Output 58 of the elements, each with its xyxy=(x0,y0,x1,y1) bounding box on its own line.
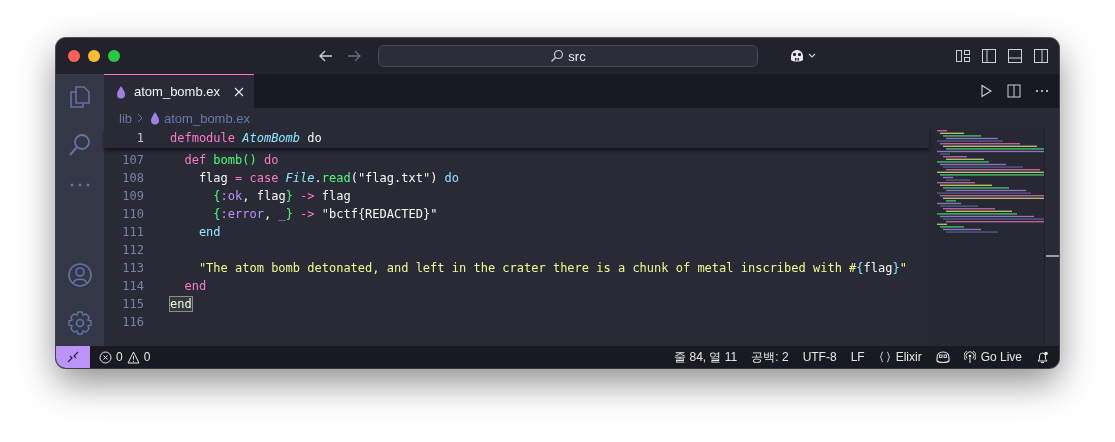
copilot-icon[interactable] xyxy=(935,350,950,364)
braces-icon xyxy=(878,351,891,363)
line-number: 114 xyxy=(121,279,144,293)
line-number: 108 xyxy=(121,171,144,185)
command-center-field[interactable]: src xyxy=(378,45,758,67)
code-line: defmodule AtomBomb do xyxy=(170,131,322,145)
more-icon[interactable] xyxy=(1035,89,1049,93)
language-mode-button[interactable]: Elixir xyxy=(878,350,922,364)
account-icon[interactable] xyxy=(67,262,93,288)
elixir-drop-icon xyxy=(150,111,160,125)
status-item[interactable]: UTF-8 xyxy=(802,350,837,364)
line-number: 1 xyxy=(135,131,144,145)
line-number: 115 xyxy=(121,297,144,311)
close-window-button[interactable] xyxy=(68,50,80,62)
code-line: "The atom bomb detonated, and left in the crater there is a chunk of metal inscribed with #{flag}" xyxy=(197,261,907,275)
close-icon[interactable] xyxy=(234,86,244,97)
status-item[interactable]: LF xyxy=(850,350,865,364)
secondary-sidebar-toggle-icon[interactable] xyxy=(1033,48,1049,64)
back-arrow-icon[interactable] xyxy=(318,48,334,64)
problems-button[interactable]: 0 0 xyxy=(90,350,151,364)
line-number: 109 xyxy=(121,189,144,203)
code-line: end xyxy=(183,279,207,293)
line-number: 112 xyxy=(121,243,144,257)
scrollbar[interactable] xyxy=(1044,128,1059,346)
customize-layout-icon[interactable] xyxy=(955,48,971,64)
line-number: 113 xyxy=(121,261,144,275)
copilot-icon[interactable] xyxy=(788,48,818,64)
error-icon xyxy=(99,350,112,364)
code-line: {:ok, flag} -> flag xyxy=(212,189,351,203)
go-live-button[interactable]: Go Live xyxy=(963,350,1022,364)
forward-arrow-icon[interactable] xyxy=(346,48,362,64)
code-line: flag = case File.read("flag.txt") do xyxy=(197,171,460,185)
split-editor-icon[interactable] xyxy=(1007,84,1021,98)
line-number: 116 xyxy=(121,315,144,329)
panel-toggle-icon[interactable] xyxy=(1007,48,1023,64)
notification-bell-icon[interactable] xyxy=(1036,350,1049,364)
remote-icon xyxy=(67,351,79,363)
line-number: 107 xyxy=(121,153,144,167)
remote-button[interactable] xyxy=(56,346,90,368)
code-line: end xyxy=(197,225,221,239)
search-icon[interactable] xyxy=(67,132,93,158)
code-line: def bomb() do xyxy=(183,153,279,167)
code-line: {:error, _} -> "bctf{REDACTED}" xyxy=(212,207,438,221)
minimize-window-button[interactable] xyxy=(88,50,100,62)
editor-tab[interactable]: atom_bomb.ex xyxy=(104,74,254,108)
zoom-window-button[interactable] xyxy=(108,50,120,62)
status-item[interactable]: 줄 84, 열 11 xyxy=(674,348,738,366)
line-number: 111 xyxy=(121,225,144,239)
warning-icon xyxy=(126,350,140,364)
elixir-drop-icon xyxy=(116,84,126,99)
line-number: 110 xyxy=(121,207,144,221)
status-item[interactable]: 공백: 2 xyxy=(751,348,789,366)
chevron-icon xyxy=(136,113,144,123)
broadcast-icon xyxy=(963,350,976,364)
sidebar-toggle-icon[interactable] xyxy=(981,48,997,64)
run-icon[interactable] xyxy=(979,84,993,98)
settings-icon[interactable] xyxy=(67,310,93,336)
search-icon xyxy=(550,49,565,63)
